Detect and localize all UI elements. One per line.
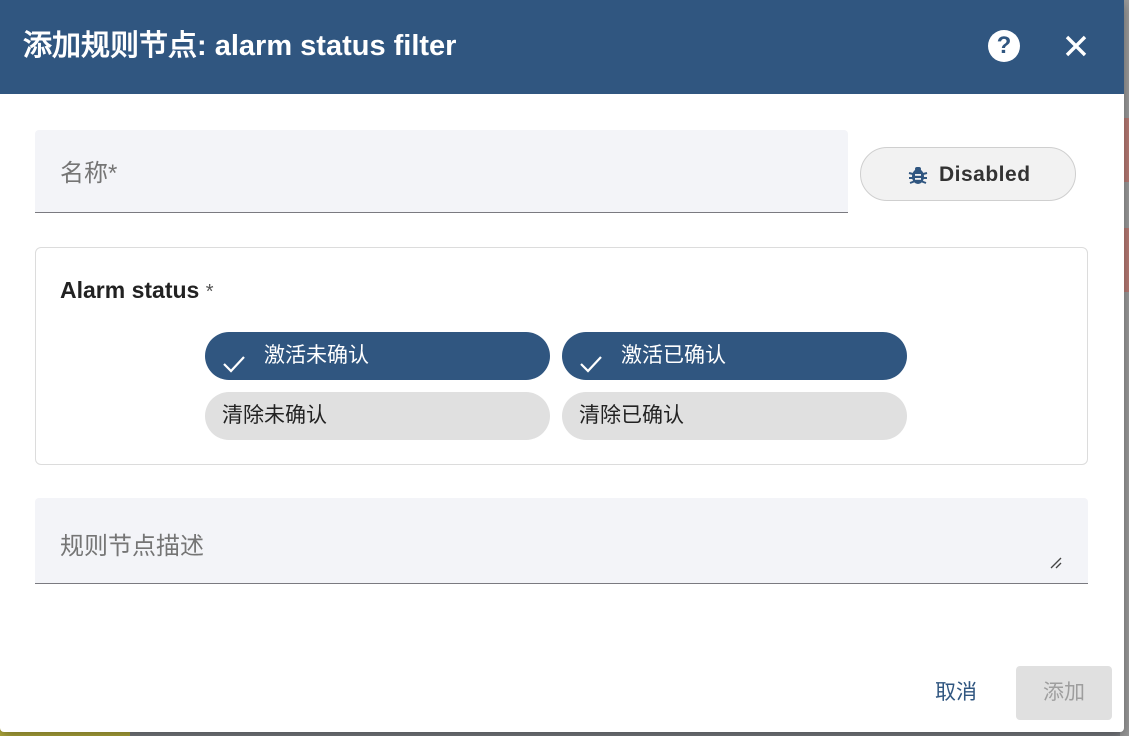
chip-active-ack[interactable]: 激活已确认 (562, 332, 907, 380)
alarm-status-card: Alarm status * 激活未确认 激活已确认 清除未确认 清除已确认 (35, 247, 1088, 465)
add-button[interactable]: 添加 (1016, 666, 1112, 720)
chip-active-unack[interactable]: 激活未确认 (205, 332, 550, 380)
chip-label: 激活已确认 (621, 344, 726, 367)
resize-handle-icon[interactable] (1049, 556, 1063, 570)
chip-cleared-ack[interactable]: 清除已确认 (562, 392, 907, 440)
name-input[interactable] (58, 156, 822, 192)
add-rule-node-dialog: 添加规则节点: alarm status filter ? 名称* Disabl… (0, 0, 1124, 732)
chip-label: 激活未确认 (264, 344, 369, 367)
description-input[interactable] (58, 524, 1062, 572)
description-field[interactable] (35, 498, 1088, 584)
help-icon[interactable]: ? (988, 30, 1020, 62)
bug-icon (907, 164, 929, 186)
debug-mode-label: Disabled (939, 163, 1031, 186)
alarm-status-label: Alarm status (60, 277, 200, 303)
name-field[interactable] (35, 130, 848, 213)
dialog-header: 添加规则节点: alarm status filter ? (0, 0, 1124, 94)
chip-cleared-unack[interactable]: 清除未确认 (205, 392, 550, 440)
debug-mode-button[interactable]: Disabled (860, 147, 1076, 201)
check-icon (222, 345, 246, 373)
close-icon[interactable] (1060, 30, 1092, 62)
dialog-title: 添加规则节点: alarm status filter (23, 30, 457, 62)
cancel-button[interactable]: 取消 (920, 666, 992, 720)
check-icon (579, 345, 603, 373)
alarm-status-title: Alarm status * (60, 276, 214, 306)
required-mark: * (205, 281, 214, 303)
chip-label: 清除未确认 (222, 404, 327, 427)
chip-label: 清除已确认 (579, 404, 684, 427)
